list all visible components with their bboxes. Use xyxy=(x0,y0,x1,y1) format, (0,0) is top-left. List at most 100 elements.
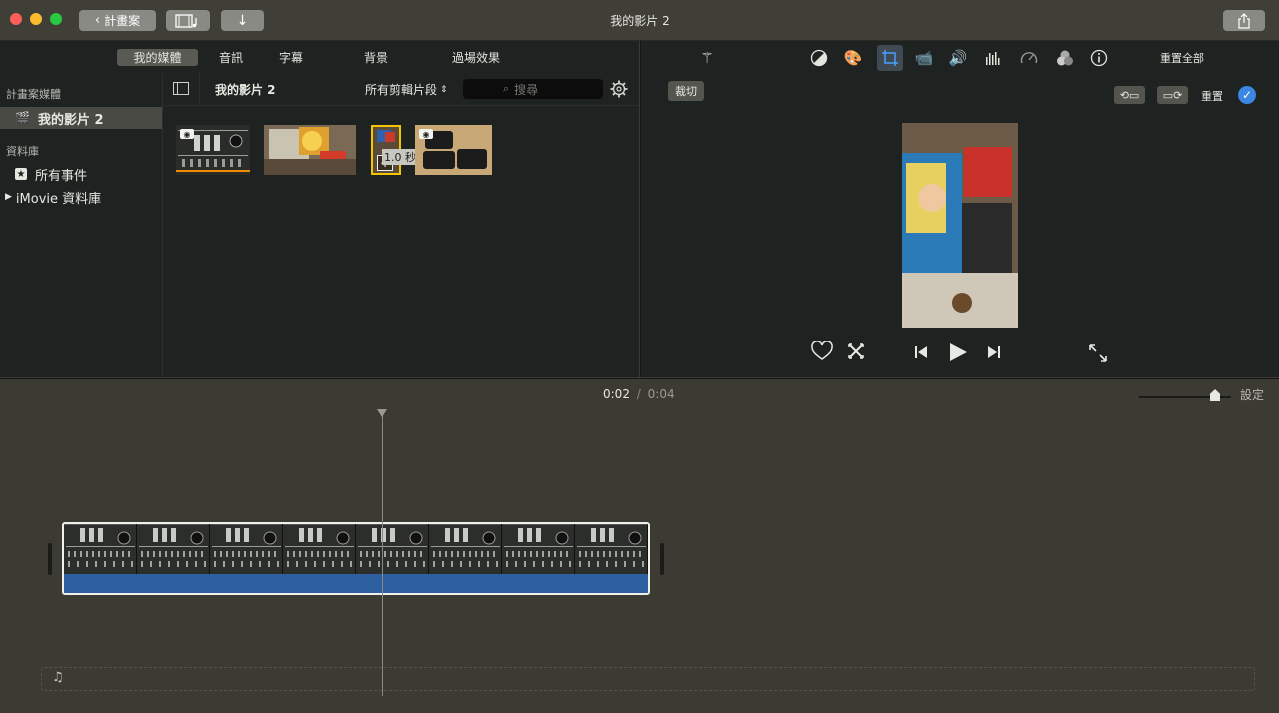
preview-frame xyxy=(902,123,1018,328)
arrow-down-icon: ↓ xyxy=(236,12,249,29)
library-sidebar: 計畫案媒體 🎬 我的影片 2 資料庫 ★ 所有事件 ▶ iMovie 資料庫 xyxy=(0,73,163,377)
browser-tabs: 我的媒體 音訊 字幕 背景 過場效果 xyxy=(0,41,639,73)
color-balance-button[interactable] xyxy=(808,47,830,69)
crop-mode-button[interactable]: 裁切 xyxy=(668,81,704,101)
search-field[interactable]: ⌕ 搜尋 xyxy=(463,79,603,99)
disclosure-triangle-icon[interactable]: ▶ xyxy=(5,192,12,202)
filter-button[interactable] xyxy=(1054,47,1076,69)
next-button[interactable] xyxy=(986,345,1002,362)
equalizer-button[interactable] xyxy=(982,47,1004,69)
play-icon xyxy=(950,343,967,361)
timeline-settings-button[interactable]: 設定 xyxy=(1240,386,1264,403)
chevron-left-icon: ‹ xyxy=(94,13,101,28)
color-correction-button[interactable]: 🎨 xyxy=(842,47,864,69)
media-import-button[interactable] xyxy=(166,10,210,31)
skip-back-icon xyxy=(915,346,927,358)
enhance-button[interactable]: ⚚ xyxy=(696,47,718,69)
stabilization-button[interactable]: 📹 xyxy=(913,47,935,69)
color-balance-icon xyxy=(810,49,828,67)
speed-button[interactable] xyxy=(1018,47,1040,69)
timeline-zoom-slider[interactable] xyxy=(1139,385,1231,403)
clapper-icon: 🎬 xyxy=(15,111,30,125)
tab-titles[interactable]: 字幕 xyxy=(271,49,311,66)
divider xyxy=(199,73,200,105)
reset-button[interactable]: 重置 xyxy=(1201,88,1223,104)
rotate-right-button[interactable]: ▭⟳ xyxy=(1157,86,1188,104)
back-button-label: 計畫案 xyxy=(104,14,141,28)
playhead[interactable] xyxy=(377,409,387,696)
sidebar-heading-project-media: 計畫案媒體 xyxy=(6,88,61,101)
clip-info-button[interactable] xyxy=(1088,47,1110,69)
heart-icon xyxy=(811,340,833,360)
current-time: 0:02 xyxy=(603,387,630,401)
media-clip-thumbnail-desk[interactable] xyxy=(264,125,356,175)
search-input[interactable]: 搜尋 xyxy=(514,81,538,98)
up-down-chevron-icon: ⇕ xyxy=(440,84,448,95)
volume-button[interactable]: 🔊 xyxy=(947,47,969,69)
media-clip-thumbnail-keyboards[interactable]: ◉ xyxy=(415,125,492,175)
video-preview xyxy=(902,123,1018,328)
sidebar-item-imovie-library[interactable]: ▶ iMovie 資料庫 xyxy=(0,186,162,208)
checkmark-icon: ✓ xyxy=(1241,88,1253,102)
share-button[interactable] xyxy=(1223,10,1265,31)
tab-backgrounds[interactable]: 背景 xyxy=(356,49,396,66)
back-to-projects-button[interactable]: ‹ 計畫案 xyxy=(79,10,156,31)
total-time: 0:04 xyxy=(647,387,675,401)
sidebar-item-project-label: 我的影片 2 xyxy=(37,112,104,128)
reject-button[interactable] xyxy=(846,341,866,364)
rotate-right-icon: ▭⟳ xyxy=(1162,88,1183,102)
music-note-icon: ♫ xyxy=(52,670,64,685)
clip-image xyxy=(264,125,356,175)
clip-filter-value: 所有剪輯片段 xyxy=(365,83,438,97)
sidebar-heading-library: 資料庫 xyxy=(6,145,39,158)
fullscreen-button[interactable] xyxy=(1088,343,1108,366)
sidebar-icon xyxy=(177,83,178,94)
sidebar-item-project[interactable]: 🎬 我的影片 2 xyxy=(0,107,162,129)
media-clip-thumbnail-audio-interface[interactable]: ◉ xyxy=(176,125,250,175)
music-track[interactable]: ♫ xyxy=(41,667,1255,691)
reject-x-icon xyxy=(848,343,864,359)
camera-icon: ◉ xyxy=(180,129,194,139)
speedometer-icon xyxy=(1020,52,1038,64)
clip-filmstrip xyxy=(64,524,648,574)
timeline: ♫ xyxy=(0,409,1279,713)
slider-thumb[interactable] xyxy=(1210,389,1220,401)
skip-forward-icon xyxy=(988,346,1000,358)
equalizer-icon xyxy=(986,52,1000,65)
media-browser: 我的媒體 音訊 字幕 背景 過場效果 計畫案媒體 🎬 我的影片 2 資料庫 ★ … xyxy=(0,41,639,377)
tab-my-media[interactable]: 我的媒體 xyxy=(117,49,198,66)
import-button[interactable]: ↓ xyxy=(221,10,264,31)
playhead-triangle-icon xyxy=(377,409,387,417)
palette-icon: 🎨 xyxy=(843,49,863,67)
sidebar-item-all-events[interactable]: ★ 所有事件 xyxy=(0,163,162,185)
timeline-video-clip[interactable] xyxy=(62,522,650,595)
apply-checkmark-button[interactable]: ✓ xyxy=(1238,86,1256,104)
tab-transitions[interactable]: 過場效果 xyxy=(445,49,507,66)
timecode: 0:02 / 0:04 xyxy=(603,387,675,401)
timeline-end-handle[interactable] xyxy=(660,543,664,575)
crop-button[interactable] xyxy=(877,45,903,71)
film-music-icon xyxy=(175,13,197,28)
timeline-start-handle[interactable] xyxy=(48,543,52,575)
minimize-window-button[interactable] xyxy=(30,13,42,25)
clip-filter-select[interactable]: 所有剪輯片段 ⇕ xyxy=(365,81,448,98)
toggle-sidebar-button[interactable] xyxy=(173,82,189,95)
tab-audio[interactable]: 音訊 xyxy=(211,49,251,66)
browser-settings-button[interactable] xyxy=(610,80,628,98)
reset-all-button[interactable]: 重置全部 xyxy=(1160,50,1204,66)
zoom-window-button[interactable] xyxy=(50,13,62,25)
three-circles-icon xyxy=(1057,50,1073,66)
previous-button[interactable] xyxy=(913,345,929,362)
expand-arrows-icon xyxy=(1089,344,1107,362)
magic-wand-icon: ⚚ xyxy=(700,49,714,67)
timeline-header: 0:02 / 0:04 設定 xyxy=(0,378,1279,410)
play-button[interactable] xyxy=(947,341,969,366)
camera-icon: ◉ xyxy=(419,129,433,139)
clip-browser-title: 我的影片 2 xyxy=(215,83,276,97)
sidebar-item-imovie-library-label: iMovie 資料庫 xyxy=(15,191,102,207)
rotate-left-button[interactable]: ⟲▭ xyxy=(1114,86,1145,104)
star-icon: ★ xyxy=(15,168,27,180)
speaker-icon: 🔊 xyxy=(948,49,968,67)
close-window-button[interactable] xyxy=(10,13,22,25)
favorite-button[interactable] xyxy=(811,340,833,364)
